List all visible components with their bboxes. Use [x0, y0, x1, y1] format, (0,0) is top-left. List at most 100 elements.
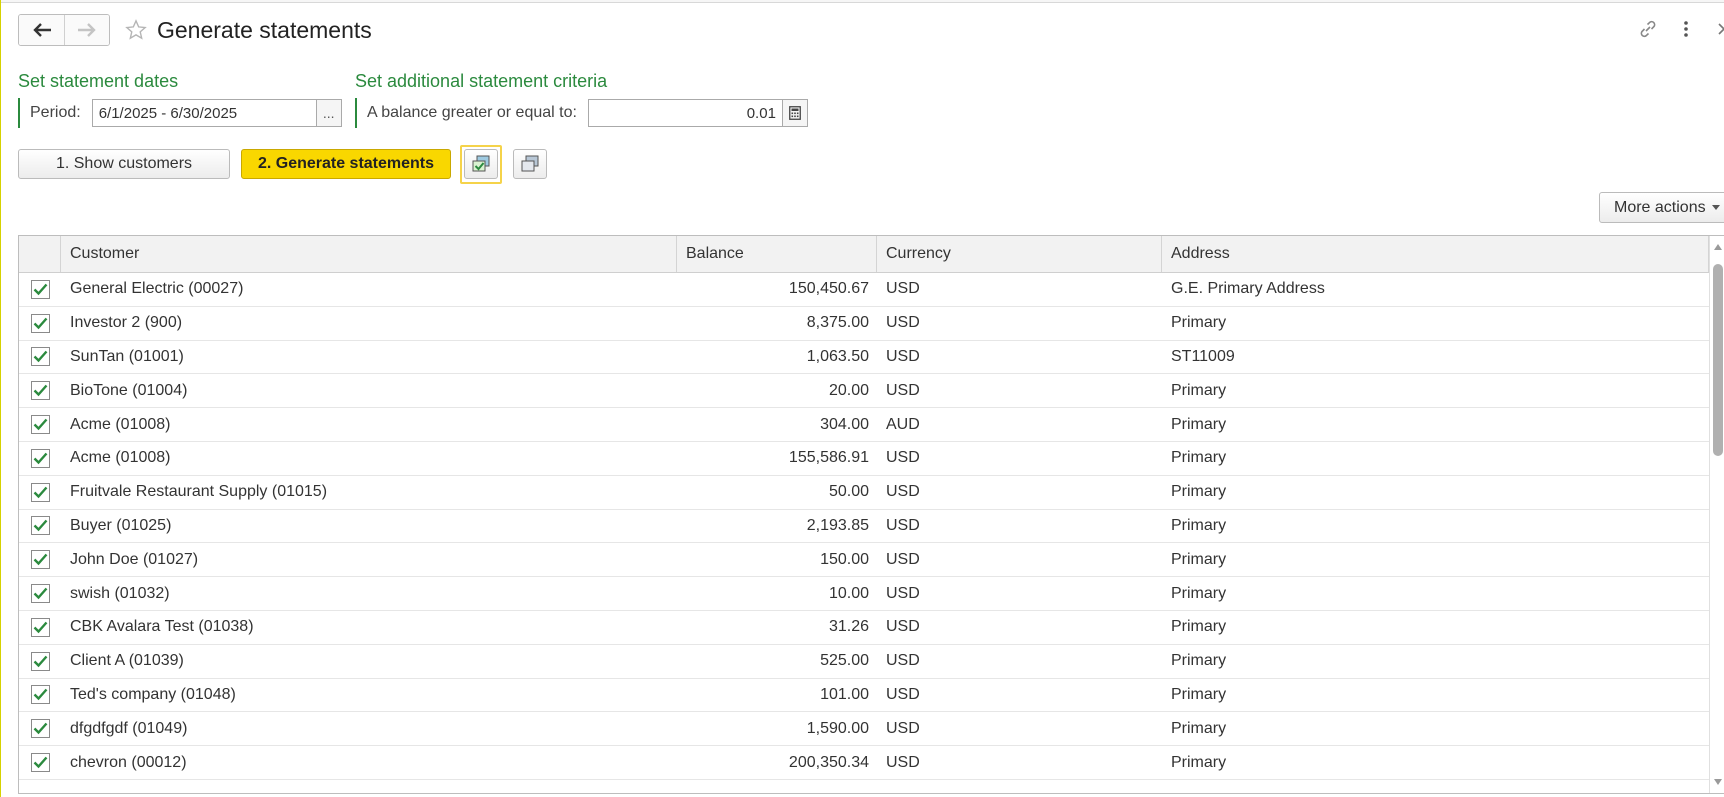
- address-cell: G.E. Primary Address: [1171, 280, 1325, 298]
- balance-cell: 20.00: [828, 381, 869, 399]
- close-button[interactable]: [1713, 18, 1724, 40]
- address-cell: Primary: [1171, 584, 1227, 602]
- row-checkbox[interactable]: [30, 381, 50, 401]
- row-select-cell: [19, 307, 61, 340]
- scroll-thumb[interactable]: [1713, 264, 1723, 456]
- row-checkbox[interactable]: [30, 753, 50, 773]
- balance-input[interactable]: 0.01: [587, 99, 783, 127]
- arrow-left-icon: [32, 23, 51, 37]
- row-checkbox[interactable]: [30, 617, 50, 637]
- table-row[interactable]: Ted's company (01048) 101.00 USD Primary: [19, 679, 1709, 713]
- currency-cell: USD: [886, 618, 920, 636]
- table-row[interactable]: Acme (01008) 155,586.91 USD Primary: [19, 442, 1709, 476]
- row-checkbox[interactable]: [30, 719, 50, 739]
- more-actions-button[interactable]: More actions: [1599, 192, 1724, 223]
- balance-cell: 200,350.34: [788, 753, 869, 771]
- customer-cell: SunTan (01001): [70, 347, 184, 365]
- address-cell: Primary: [1171, 381, 1227, 399]
- table-row[interactable]: Acme (01008) 304.00 AUD Primary: [19, 408, 1709, 442]
- table-scrollbar[interactable]: [1709, 236, 1724, 793]
- history-nav: [18, 14, 110, 46]
- uncheck-all-button[interactable]: [513, 149, 547, 179]
- checkmark-icon: [33, 452, 47, 465]
- vertical-dots-icon: [1684, 21, 1688, 37]
- currency-cell: USD: [886, 753, 920, 771]
- address-cell: Primary: [1171, 516, 1227, 534]
- customer-cell: swish (01032): [70, 584, 170, 602]
- back-button[interactable]: [19, 15, 64, 45]
- checkmark-icon: [33, 553, 47, 566]
- customer-cell: Acme (01008): [70, 415, 171, 433]
- table-row[interactable]: swish (01032) 10.00 USD Primary: [19, 577, 1709, 611]
- checkmark-icon: [33, 655, 47, 667]
- row-checkbox[interactable]: [30, 516, 50, 536]
- table-row[interactable]: John Doe (01027) 150.00 USD Primary: [19, 543, 1709, 578]
- balance-cell: 150.00: [820, 550, 869, 568]
- table-row[interactable]: Fruitvale Restaurant Supply (01015) 50.00…: [19, 476, 1709, 510]
- row-checkbox[interactable]: [30, 550, 50, 570]
- period-field-row: Period: 6/1/2025 - 6/30/2025 ...: [18, 98, 342, 128]
- check-all-button[interactable]: [464, 149, 498, 179]
- column-header-address[interactable]: Address: [1162, 236, 1709, 272]
- row-checkbox[interactable]: [30, 448, 50, 468]
- table-row[interactable]: Buyer (01025) 2,193.85 USD Primary: [19, 510, 1709, 544]
- table-row[interactable]: Investor 2 (900) 8,375.00 USD Primary: [19, 307, 1709, 341]
- link-button[interactable]: [1637, 18, 1659, 40]
- show-customers-button[interactable]: 1. Show customers: [18, 149, 230, 179]
- currency-cell: USD: [886, 719, 920, 737]
- column-header-customer[interactable]: Customer: [61, 236, 677, 272]
- row-select-cell: [19, 510, 61, 543]
- forward-button[interactable]: [64, 15, 109, 45]
- row-checkbox[interactable]: [30, 313, 50, 333]
- currency-cell: USD: [886, 449, 920, 467]
- balance-cell: 101.00: [820, 685, 869, 703]
- checkmark-icon: [33, 317, 47, 329]
- period-input[interactable]: 6/1/2025 - 6/30/2025: [91, 99, 317, 127]
- checkmark-icon: [33, 756, 47, 769]
- table-row[interactable]: General Electric (00027) 150,450.67 USD G.E…: [19, 273, 1709, 307]
- balance-cell: 155,586.91: [788, 449, 869, 467]
- balance-cell: 10.00: [828, 584, 869, 602]
- scroll-down-icon[interactable]: [1714, 779, 1722, 785]
- address-cell: Primary: [1171, 449, 1227, 467]
- checkmark-icon: [33, 283, 47, 296]
- favorite-button[interactable]: [125, 19, 147, 41]
- table-row[interactable]: chevron (00012) 200,350.34 USD Primary: [19, 746, 1709, 780]
- address-cell: Primary: [1171, 550, 1227, 568]
- table-row[interactable]: CBK Avalara Test (01038) 31.26 USD Primary: [19, 611, 1709, 645]
- balance-field-row: A balance greater or equal to: 0.01: [355, 98, 808, 128]
- table-row[interactable]: dfgdfgdf (01049) 1,590.00 USD Primary: [19, 712, 1709, 747]
- balance-cell: 150,450.67: [788, 280, 869, 298]
- select-column-header[interactable]: [19, 236, 61, 272]
- balance-cell: 525.00: [820, 652, 869, 670]
- column-header-currency[interactable]: Currency: [877, 236, 1162, 272]
- star-icon: [125, 19, 147, 40]
- additional-criteria-title: Set additional statement criteria: [355, 71, 608, 91]
- table-row[interactable]: SunTan (01001) 1,063.50 USD ST11009: [19, 341, 1709, 375]
- address-cell: Primary: [1171, 618, 1227, 636]
- generate-statements-button[interactable]: 2. Generate statements: [241, 149, 451, 179]
- calculator-button[interactable]: [782, 99, 808, 127]
- table-body: General Electric (00027) 150,450.67 USD G.E…: [19, 273, 1709, 780]
- row-checkbox[interactable]: [30, 685, 50, 705]
- row-select-cell: [19, 679, 61, 712]
- row-checkbox[interactable]: [30, 482, 50, 502]
- column-header-balance[interactable]: Balance: [677, 236, 877, 272]
- row-checkbox[interactable]: [30, 651, 50, 671]
- scroll-up-icon[interactable]: [1714, 244, 1722, 250]
- more-menu-button[interactable]: [1675, 18, 1697, 40]
- table-row[interactable]: Client A (01039) 525.00 USD Primary: [19, 645, 1709, 679]
- row-checkbox[interactable]: [30, 279, 50, 299]
- balance-cell: 1,590.00: [806, 719, 869, 737]
- currency-cell: USD: [886, 685, 920, 703]
- generate-statements-page: Generate statements Set statement dates …: [0, 0, 1724, 797]
- customer-cell: Investor 2 (900): [70, 314, 183, 332]
- row-checkbox[interactable]: [30, 415, 50, 435]
- row-checkbox[interactable]: [30, 347, 50, 367]
- row-select-cell: [19, 273, 61, 306]
- row-checkbox[interactable]: [30, 584, 50, 604]
- table-row[interactable]: BioTone (01004) 20.00 USD Primary: [19, 374, 1709, 409]
- checkmark-icon: [33, 621, 47, 634]
- period-picker-button[interactable]: ...: [316, 99, 342, 127]
- currency-cell: USD: [886, 550, 920, 568]
